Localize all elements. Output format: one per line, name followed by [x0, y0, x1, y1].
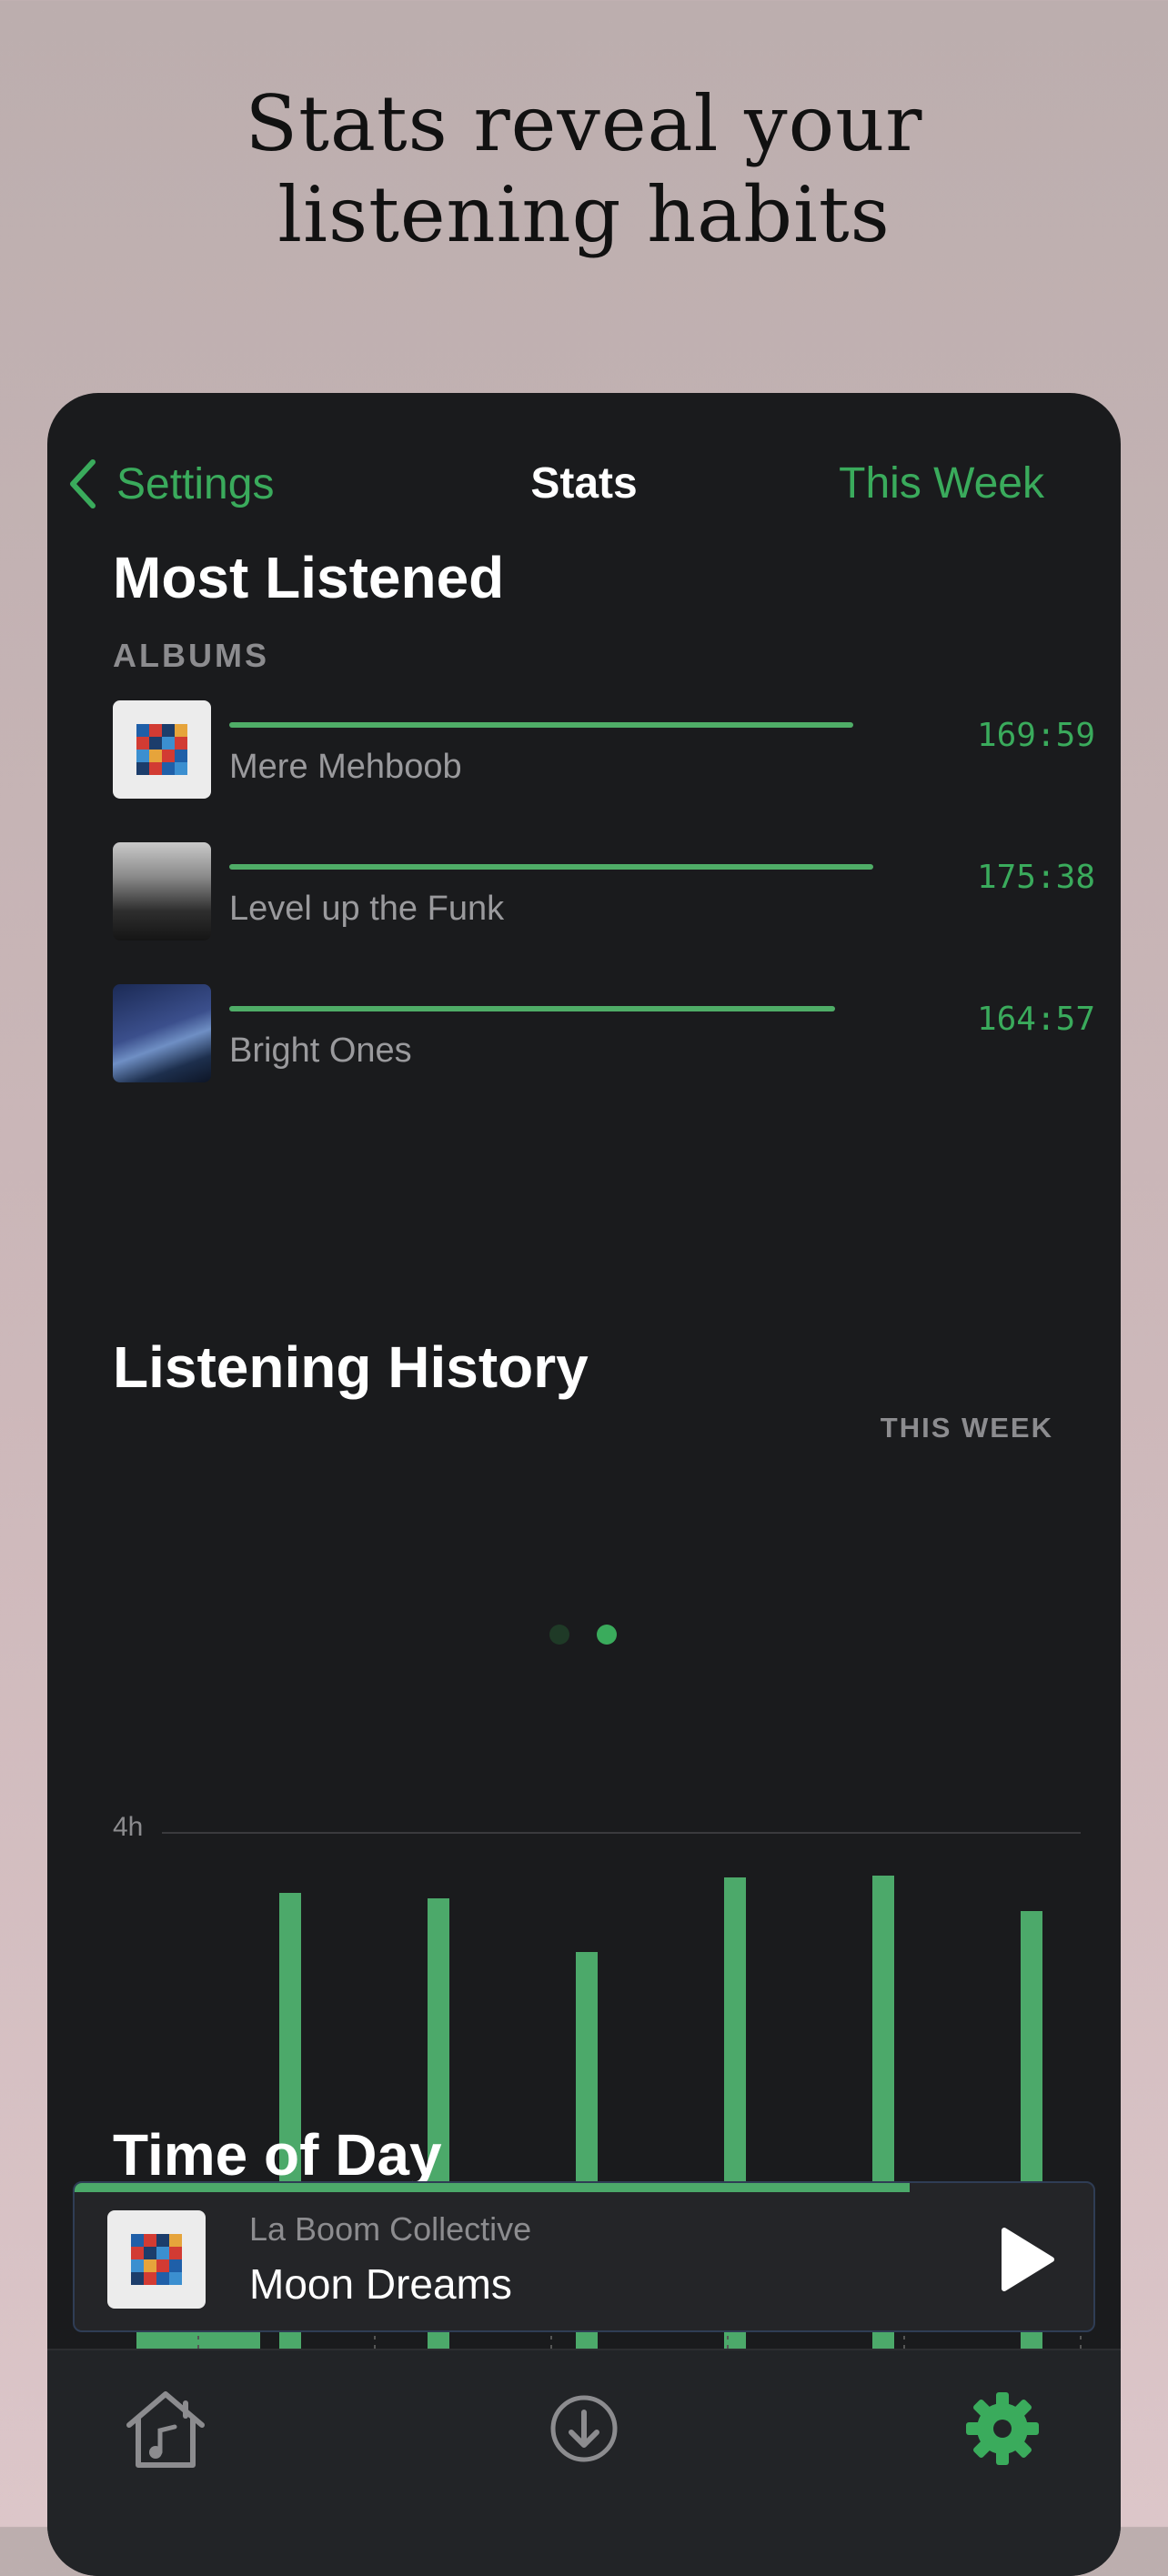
- home-music-icon[interactable]: [120, 2383, 211, 2474]
- album-art-aurora: [113, 984, 211, 1082]
- chevron-left-icon: [70, 459, 96, 508]
- album-time: 169:59: [976, 717, 1095, 754]
- play-icon[interactable]: [988, 2223, 1061, 2296]
- gear-icon[interactable]: [957, 2383, 1048, 2474]
- time-of-day-title: Time of Day: [113, 2122, 442, 2188]
- player-artist: La Boom Collective: [249, 2210, 532, 2248]
- album-share-bar: [229, 864, 873, 870]
- player-track-title: Moon Dreams: [249, 2260, 512, 2308]
- album-share-bar: [229, 1006, 835, 1011]
- listening-history-title: Listening History: [113, 1334, 589, 1400]
- album-name: Level up the Funk: [229, 890, 505, 928]
- y-gridline: [162, 1832, 1081, 1834]
- back-label: Settings: [116, 459, 275, 508]
- headline: Stats reveal your listening habits: [0, 78, 1168, 260]
- playback-progress-bar: [75, 2183, 911, 2192]
- album-row[interactable]: Bright Ones 164:57: [113, 984, 1095, 1084]
- album-row[interactable]: Level up the Funk 175:38: [113, 842, 1095, 942]
- page-dot-1[interactable]: [549, 1625, 569, 1645]
- album-time: 164:57: [976, 1001, 1095, 1038]
- headline-line-2: listening habits: [277, 170, 891, 259]
- album-row[interactable]: Mere Mehboob 169:59: [113, 700, 1095, 800]
- tab-bar: [47, 2349, 1121, 2576]
- y-axis-tick-label: 4h: [113, 1812, 144, 1842]
- albums-caption: ALBUMS: [113, 637, 269, 674]
- album-share-bar: [229, 722, 853, 728]
- player-album-art: [107, 2210, 206, 2309]
- download-icon[interactable]: [539, 2383, 629, 2474]
- album-name: Bright Ones: [229, 1031, 412, 1070]
- album-time: 175:38: [976, 859, 1095, 896]
- headline-line-1: Stats reveal your: [245, 79, 923, 168]
- page-dot-2[interactable]: [597, 1625, 617, 1645]
- most-listened-title: Most Listened: [113, 545, 505, 610]
- phone-screen: Settings Stats This Week Most Listened A…: [47, 393, 1121, 2576]
- album-art-fog: [113, 842, 211, 941]
- album-art-mosaic: [113, 700, 211, 799]
- navigation-bar: Settings Stats This Week: [47, 448, 1121, 520]
- album-name: Mere Mehboob: [229, 748, 462, 786]
- range-selector[interactable]: This Week: [839, 448, 1044, 520]
- history-range-caption: THIS WEEK: [880, 1412, 1053, 1444]
- back-button[interactable]: Settings: [69, 448, 274, 520]
- now-playing-bar[interactable]: La Boom Collective Moon Dreams: [73, 2181, 1095, 2332]
- page-title: Stats: [530, 459, 638, 508]
